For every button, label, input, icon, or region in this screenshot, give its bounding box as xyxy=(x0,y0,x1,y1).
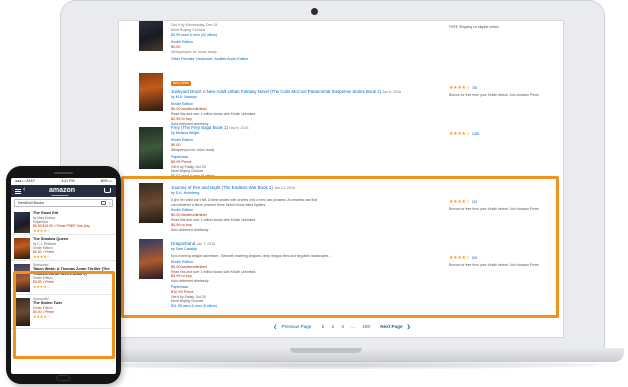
status-bar: ●●●○○ AT&T 4:21 PM 80% ▭ xyxy=(11,178,116,185)
star-rating: ★★★★☆ xyxy=(449,85,470,91)
next-page-button[interactable]: Next Page ❯ xyxy=(377,324,410,329)
phone-speaker xyxy=(54,172,73,174)
book-cover[interactable] xyxy=(139,127,163,169)
result-date: Apr 6, 2018 xyxy=(382,90,401,94)
star-rating: ★★★★☆ xyxy=(449,131,470,137)
result-title[interactable]: Junkyard Druid: A New Adult Urban Fantas… xyxy=(171,89,381,94)
whispersync-text: Whispersync for Voice-ready xyxy=(171,148,215,152)
pagination: ❮ Previous Page 1 2 3 ... 100 Next Page … xyxy=(119,324,563,330)
webcam-icon xyxy=(311,8,318,15)
review-count[interactable]: 718 xyxy=(472,86,477,90)
phone-highlight-frame xyxy=(13,271,115,359)
laptop-notch xyxy=(290,348,362,353)
whispersync-text: Whispersync for Voice-ready xyxy=(171,50,217,54)
laptop-shadow xyxy=(60,361,600,369)
book-cover[interactable] xyxy=(14,238,30,259)
used-offers-link[interactable]: $3.99 used & new (42 offers) xyxy=(171,33,425,38)
book-cover[interactable] xyxy=(14,212,30,233)
page-last[interactable]: 100 xyxy=(362,324,370,329)
search-input[interactable]: NerdBull Books ≡ xyxy=(14,199,113,207)
laptop-highlight-frame xyxy=(121,176,559,318)
search-result: Frey (The Frey Saga Book 1) Nov 6, 2016 … xyxy=(119,123,563,178)
cart-icon[interactable] xyxy=(104,188,111,193)
stage: Get it by Wednesday, Dec 15 More Buying … xyxy=(0,0,628,387)
filter-icon[interactable]: ≡ xyxy=(109,201,111,206)
next-page-label: Next Page xyxy=(380,324,403,329)
author-link[interactable]: by M.D. Massey xyxy=(171,95,425,100)
search-result: Get it by Wednesday, Dec 15 More Buying … xyxy=(119,21,563,71)
page-3[interactable]: 3 xyxy=(341,324,344,329)
result-title[interactable]: Frey (The Frey Saga Book 1) xyxy=(171,125,228,130)
best-seller-badge: Best Seller xyxy=(171,81,192,86)
previous-page-label: Previous Page xyxy=(281,324,312,329)
back-icon[interactable]: ‹ xyxy=(23,186,25,193)
review-count[interactable]: 1,529 xyxy=(472,132,479,136)
star-rating: ★★★★☆ xyxy=(33,254,51,259)
star-rating: ★★★★☆ xyxy=(33,228,51,233)
search-query: NerdBull Books xyxy=(18,201,45,205)
home-button[interactable] xyxy=(56,375,70,381)
camera-icon[interactable] xyxy=(101,201,106,205)
previous-page-button[interactable]: ❮ Previous Page xyxy=(273,324,314,329)
amazon-logo[interactable]: amazon xyxy=(49,187,75,194)
rating-block: ★★★★☆ 1,529 xyxy=(449,131,479,137)
prime-note[interactable]: Borrow for free from your Kindle device.… xyxy=(449,93,539,98)
book-cover[interactable] xyxy=(139,73,163,111)
list-item[interactable]: The Good Girl by Mary Kubica Paperback $… xyxy=(11,209,116,235)
rating-block: ★★★★☆ 718 Borrow for free from your Kindl… xyxy=(449,85,539,98)
menu-icon[interactable] xyxy=(15,188,21,194)
search-result: Best Seller Junkyard Druid: A New Adult … xyxy=(119,71,563,126)
app-header: ‹ amazon xyxy=(11,185,116,197)
shipping-note: FREE Shipping on eligible orders xyxy=(449,25,499,29)
other-formats-link[interactable]: Other Formats: Hardcover, Audible Audio … xyxy=(171,57,425,62)
page-1[interactable]: 1 xyxy=(322,324,325,329)
book-cover[interactable] xyxy=(139,21,163,51)
logo-smile-icon xyxy=(51,194,69,196)
result-date: Nov 6, 2016 xyxy=(229,126,249,130)
author-link[interactable]: by Melissa Wright xyxy=(171,131,425,136)
page-2[interactable]: 2 xyxy=(332,324,335,329)
page-ellipsis: ... xyxy=(351,324,356,329)
list-item[interactable]: The Shadow Queen by C.J. Redwine Kindle … xyxy=(11,235,116,261)
